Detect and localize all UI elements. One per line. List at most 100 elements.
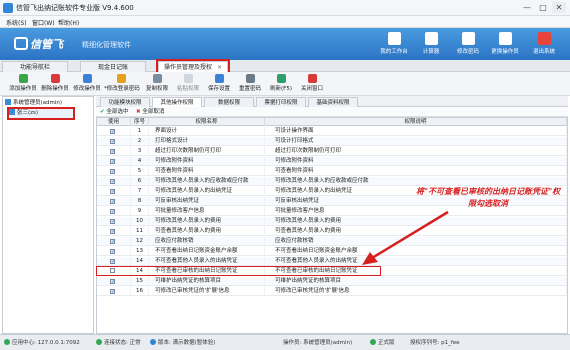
checked-box-icon[interactable] <box>110 259 115 264</box>
my-workbench-button[interactable]: 我的工作台 <box>377 31 411 58</box>
menu-window[interactable]: 窗口(W) <box>32 18 55 27</box>
tab-close-icon[interactable]: ✕ <box>217 64 222 71</box>
row-index: 7 <box>131 187 149 196</box>
tree-node-admin[interactable]: 系统管理员(admin) <box>5 99 62 108</box>
checked-box-icon[interactable] <box>110 149 115 154</box>
table-row[interactable]: 16可修改已审核凭证的'扩展'信息可修改已审核凭证的'扩展'信息 <box>97 287 567 296</box>
tab-navigation[interactable]: 功能导航栏 <box>2 61 68 72</box>
clear-all-button[interactable]: ✖ 全部取消 <box>136 108 164 116</box>
permission-name: 可查看附件资料 <box>149 167 265 176</box>
grid-header: 使用 序号 权限名称 权限说明 <box>97 118 567 126</box>
use-checkbox[interactable] <box>97 237 131 246</box>
checked-box-icon[interactable] <box>110 279 115 284</box>
tab-module-permissions[interactable]: 功能模块权限 <box>100 97 150 107</box>
banner: 信管飞 精细化管理软件 我的工作台 计算器 修改密码 更换操作员 退出系统 <box>0 28 570 60</box>
connection-icon <box>96 339 102 345</box>
change-login-password-button[interactable]: *修改登录密码 <box>104 74 140 94</box>
use-checkbox[interactable] <box>97 287 131 296</box>
close-icon <box>307 74 317 83</box>
checked-box-icon[interactable] <box>110 169 115 174</box>
change-password-button[interactable]: 修改密码 <box>451 31 485 58</box>
checked-box-icon[interactable] <box>110 159 115 164</box>
edit-operator-button[interactable]: 修改操作员 <box>72 74 102 94</box>
calculator-button[interactable]: 计算器 <box>414 31 448 58</box>
permission-name: 可修改其他人员录入的应收款或应付款 <box>149 177 265 186</box>
checked-box-icon[interactable] <box>110 239 115 244</box>
permission-name: 可修改已审核凭证的'扩展'信息 <box>149 287 265 296</box>
use-checkbox[interactable] <box>97 147 131 156</box>
row-index: 15 <box>131 277 149 286</box>
checked-box-icon[interactable] <box>110 289 115 294</box>
checked-box-icon[interactable] <box>110 129 115 134</box>
use-checkbox[interactable] <box>97 217 131 226</box>
use-checkbox[interactable] <box>97 137 131 146</box>
tab-print-permissions[interactable]: 票据打印权限 <box>256 97 306 107</box>
table-row[interactable]: 12应收应付款核销应收应付款核销 <box>97 237 567 246</box>
minimize-button[interactable]: — <box>520 2 534 13</box>
table-row[interactable]: 6可修改其他人员录入的应收款或应付款可修改其他人员录入的应收款或应付款 <box>97 177 567 186</box>
checked-box-icon[interactable] <box>110 219 115 224</box>
save-settings-button[interactable]: 保存设置 <box>204 74 234 94</box>
tab-data-permissions[interactable]: 数据权限 <box>204 97 254 107</box>
row-index: 6 <box>131 177 149 186</box>
use-checkbox[interactable] <box>97 207 131 216</box>
table-row[interactable]: 2打印格式设计可设计打印格式 <box>97 137 567 146</box>
use-checkbox[interactable] <box>97 157 131 166</box>
paste-permission-button[interactable]: 粘贴权限 <box>173 74 203 94</box>
copy-permission-button[interactable]: 复制权限 <box>142 74 172 94</box>
tab-cash-journal[interactable]: 现金日记账 <box>80 61 146 72</box>
close-window-tool-button[interactable]: 关闭窗口 <box>297 74 327 94</box>
status-edition: 正式版 <box>370 338 395 348</box>
close-window-button[interactable]: ✕ <box>552 2 566 13</box>
add-operator-button[interactable]: 添加操作员 <box>8 74 38 94</box>
table-row[interactable]: 14不可查看其他人员录入的出纳凭证不可查看其他人员录入的出纳凭证 <box>97 257 567 266</box>
permission-desc: 可设计打印格式 <box>265 137 567 146</box>
use-checkbox[interactable] <box>97 247 131 256</box>
table-row[interactable]: 15可维护出纳凭证的核算项目可维护出纳凭证的核算项目 <box>97 277 567 286</box>
table-row[interactable]: 4可修改附件资料可修改附件资料 <box>97 157 567 166</box>
table-row[interactable]: 13不可查看出纳日记账资金账户余额不可查看出纳日记账资金账户余额 <box>97 247 567 256</box>
table-row[interactable]: 11可查看其他人员录入的费用可查看其他人员录入的费用 <box>97 227 567 236</box>
use-checkbox[interactable] <box>97 167 131 176</box>
use-checkbox[interactable] <box>97 257 131 266</box>
checked-box-icon[interactable] <box>110 249 115 254</box>
refresh-icon <box>276 74 286 83</box>
select-all-button[interactable]: ✔ 全部选中 <box>100 108 128 116</box>
use-checkbox[interactable] <box>97 227 131 236</box>
checked-box-icon[interactable] <box>110 199 115 204</box>
checked-box-icon[interactable] <box>110 189 115 194</box>
paste-icon <box>183 74 193 83</box>
checked-box-icon[interactable] <box>110 209 115 214</box>
table-row[interactable]: 10可修改其他人员录入的费用可修改其他人员录入的费用 <box>97 217 567 226</box>
permission-name: 可维护出纳凭证的核算项目 <box>149 277 265 286</box>
app-logo: 信管飞 <box>30 38 63 51</box>
table-row[interactable]: 5可查看附件资料可查看附件资料 <box>97 167 567 176</box>
checked-box-icon[interactable] <box>110 179 115 184</box>
use-checkbox[interactable] <box>97 277 131 286</box>
use-checkbox[interactable] <box>97 197 131 206</box>
use-checkbox[interactable] <box>97 187 131 196</box>
row-index: 1 <box>131 127 149 136</box>
tree-node-zhangsan[interactable]: 张三(zs) <box>7 107 75 120</box>
use-checkbox[interactable] <box>97 127 131 136</box>
maximize-button[interactable]: □ <box>536 2 550 13</box>
checked-box-icon[interactable] <box>110 229 115 234</box>
checked-box-icon[interactable] <box>110 139 115 144</box>
permission-desc: 可查看附件资料 <box>265 167 567 176</box>
tab-basic-data-permissions[interactable]: 基础资料权限 <box>308 97 358 107</box>
status-version: 版本: 满示数据(暂体验) <box>150 338 215 348</box>
switch-operator-button[interactable]: 更换操作员 <box>488 31 522 58</box>
table-row[interactable]: 1界面设计可设计操作界面 <box>97 127 567 136</box>
menu-system[interactable]: 系统(S) <box>6 18 27 27</box>
use-checkbox[interactable] <box>97 177 131 186</box>
refresh-button[interactable]: 刷新(F5) <box>266 74 296 94</box>
exit-system-button[interactable]: 退出系统 <box>527 31 561 58</box>
tab-other-permissions[interactable]: 其他操作权限 <box>152 97 202 107</box>
table-row[interactable]: 3超过打印次数限制仍可打印超过打印次数限制仍可打印 <box>97 147 567 156</box>
title-bar: 信管飞出纳记账软件专业版 V9.4.600 — □ ✕ <box>0 0 570 16</box>
permission-desc: 可修改其他人员录入的费用 <box>265 217 567 226</box>
menu-help[interactable]: 帮助(H) <box>58 18 79 27</box>
tab-operator-management[interactable]: 操作员管理及授权 ✕ <box>156 59 230 74</box>
delete-operator-button[interactable]: 删除操作员 <box>40 74 70 94</box>
reset-password-button[interactable]: 重置密码 <box>235 74 265 94</box>
